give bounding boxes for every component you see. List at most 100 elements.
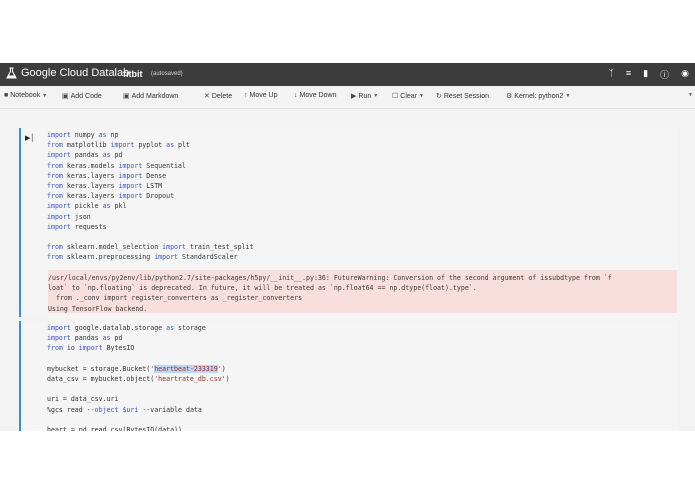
chevron-down-icon: ▼ — [373, 93, 379, 99]
code-line: import requests — [47, 222, 107, 231]
reset-icon: ↻ — [436, 93, 442, 100]
string-literal: 'heartbeat-233319' — [150, 364, 222, 373]
chevron-down-icon: ▼ — [565, 93, 571, 99]
output-line: from ._conv import register_converters a… — [48, 294, 303, 303]
code-line: import google.datalab.storage as storage — [47, 324, 206, 332]
code-line: %gcs read --object $uri --variable data — [47, 405, 202, 414]
chevron-down-icon: ▼ — [688, 92, 693, 98]
code-line: import numpy as np — [47, 131, 119, 139]
brand[interactable]: Google Cloud Datalab — [6, 67, 129, 79]
kernel-select[interactable]: ⚙ Kernel: python2 ▼ — [506, 92, 571, 101]
keyword: import — [47, 151, 71, 160]
notebook-icon: ■ — [4, 92, 9, 99]
toolbar-collapse-button[interactable]: ▼ — [688, 92, 693, 98]
add-markdown-button[interactable]: ▣ Add Markdown — [123, 92, 179, 101]
add-markdown-label: Add Markdown — [131, 92, 179, 100]
keyword: import — [47, 324, 71, 332]
account-icon[interactable]: ◉ — [681, 68, 689, 81]
list-icon[interactable]: ≡ — [626, 68, 631, 81]
code-editor-2[interactable]: import google.datalab.storage as storage… — [47, 323, 230, 431]
markdown-icon: ▣ — [123, 93, 130, 100]
keyword: as — [102, 334, 111, 343]
run-label: Run — [358, 92, 372, 100]
code-line: import pandas as pd — [47, 334, 123, 343]
keyword: from — [47, 243, 63, 252]
notebook-toolbar: ■ Notebook ▼ ▣ Add Code ▣ Add Markdown ✕… — [0, 86, 695, 109]
keyword: as — [166, 141, 175, 150]
stderr-text: /usr/local/envs/py2env/lib/python2.7/sit… — [48, 273, 612, 314]
output-line: Using TensorFlow backend. — [48, 304, 148, 313]
delete-label: Delete — [211, 92, 233, 100]
keyword: import — [154, 253, 179, 262]
keyword: from — [47, 192, 63, 201]
cell-output-stderr: /usr/local/envs/py2env/lib/python2.7/sit… — [48, 270, 677, 313]
kernel-icon: ⚙ — [506, 93, 513, 100]
datalab-logo-icon — [6, 67, 17, 79]
keyword: import — [118, 171, 143, 180]
header-icons: ᛉ ≡ ▮ ⓘ ◉ — [609, 68, 690, 81]
variable: $uri — [122, 405, 139, 414]
code-line: heart = pd.read_csv(BytesIO(data)) — [47, 426, 182, 431]
run-cell-icon[interactable]: ▶│ — [25, 134, 35, 142]
keyword: as — [98, 131, 107, 139]
add-code-label: Add Code — [70, 92, 102, 100]
code-line: from sklearn.preprocessing import Standa… — [47, 253, 238, 262]
clear-label: Clear — [400, 92, 418, 100]
arrow-up-icon: ↑ — [244, 92, 248, 99]
reset-session-label: Reset Session — [443, 92, 490, 100]
string-literal: 'heartrate_db.csv' — [154, 375, 226, 384]
keyword: import — [162, 243, 186, 252]
kernel-label: Kernel: python2 — [514, 92, 564, 100]
add-code-icon: ▣ — [62, 93, 69, 100]
output-line: loat` to `np.floating` is deprecated. In… — [48, 284, 477, 293]
cell-selection-bar — [19, 128, 21, 317]
code-line: from keras.layers import Dropout — [47, 192, 175, 201]
cell-selection-bar — [19, 321, 21, 431]
code-line: from keras.models import Sequential — [47, 161, 186, 170]
code-line: uri = data_csv.uri — [47, 395, 119, 404]
run-button[interactable]: ▶ Run ▼ — [351, 92, 379, 101]
code-editor-1[interactable]: import numpy as np from matplotlib impor… — [47, 130, 253, 263]
move-up-label: Move Up — [249, 92, 278, 99]
move-up-button[interactable]: ↑ Move Up — [244, 92, 278, 99]
bookmark-icon[interactable]: ▮ — [643, 68, 648, 81]
keyword: import — [118, 182, 143, 191]
keyword: import — [47, 212, 71, 221]
keyword: import — [110, 141, 135, 150]
selected-text: heartbeat-233319 — [154, 364, 218, 373]
output-line: /usr/local/envs/py2env/lib/python2.7/sit… — [48, 274, 612, 282]
reset-session-button[interactable]: ↻ Reset Session — [436, 92, 490, 101]
keyword: as — [102, 151, 111, 160]
close-icon: ✕ — [204, 93, 210, 100]
keyword: import — [78, 344, 103, 353]
keyword: as — [166, 324, 175, 332]
keyword: import — [118, 192, 143, 201]
move-down-button[interactable]: ↓ Move Down — [294, 92, 336, 99]
code-line: import pandas as pd — [47, 151, 123, 160]
notebook-name[interactable]: fitbit — [123, 69, 143, 79]
keyword: import — [47, 334, 71, 343]
code-line: from sklearn.model_selection import trai… — [47, 243, 254, 252]
keyword: from — [47, 141, 63, 150]
keyword: from — [47, 344, 63, 353]
keyword: from — [47, 161, 63, 170]
delete-button[interactable]: ✕ Delete — [204, 92, 233, 101]
keyword: import — [47, 202, 71, 211]
code-line: from io import BytesIO — [47, 344, 135, 353]
keyword: object — [94, 405, 119, 414]
keyword: import — [118, 161, 143, 170]
code-line: import pickle as pkl — [47, 202, 127, 211]
code-cell-2[interactable]: import google.datalab.storage as storage… — [19, 321, 678, 431]
help-icon[interactable]: ⓘ — [660, 68, 669, 81]
datalab-window: Google Cloud Datalab fitbit (autosaved) … — [0, 63, 695, 431]
branch-icon[interactable]: ᛉ — [609, 68, 614, 81]
keyword: from — [47, 171, 63, 180]
code-line: from keras.layers import LSTM — [47, 182, 163, 191]
app-title: Google Cloud Datalab — [21, 67, 130, 79]
code-line: mybucket = storage.Bucket('heartbeat-233… — [47, 364, 226, 373]
chevron-down-icon: ▼ — [42, 92, 48, 99]
notebook-menu-button[interactable]: ■ Notebook ▼ — [4, 92, 47, 99]
clear-button[interactable]: ☐ Clear ▼ — [392, 92, 424, 101]
add-code-button[interactable]: ▣ Add Code — [62, 92, 102, 101]
arrow-down-icon: ↓ — [294, 92, 298, 99]
